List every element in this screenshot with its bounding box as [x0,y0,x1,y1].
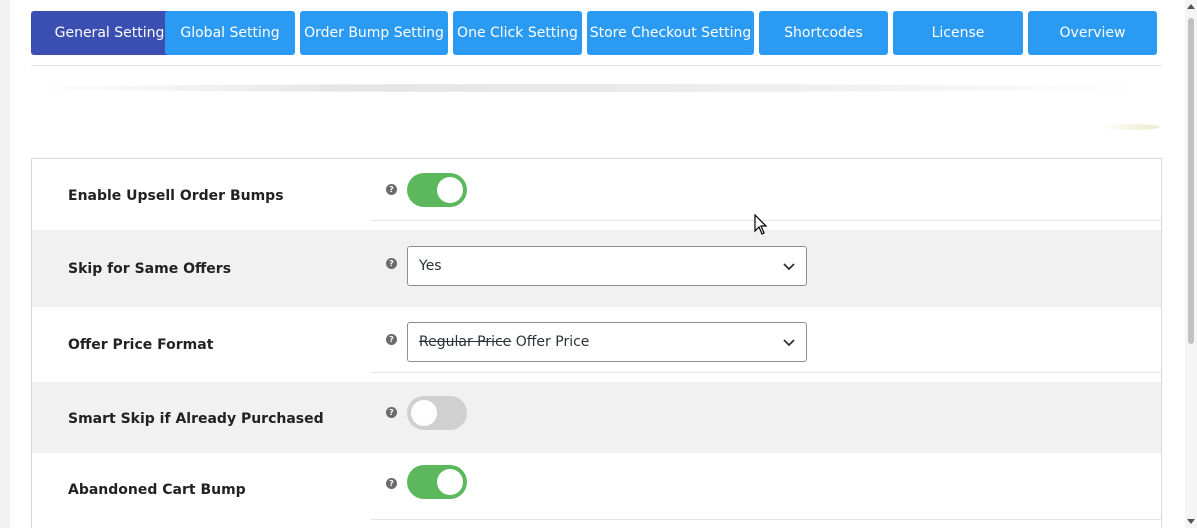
question-circle-icon[interactable]: ? [386,334,397,345]
scrollbar-thumb[interactable] [1188,18,1194,344]
select-value: Regular Price Offer Price [419,334,589,350]
scroll-up-arrow-icon[interactable] [1187,4,1195,9]
toggle-knob [411,400,437,426]
regular-price-text: Regular Price [419,334,512,350]
chevron-down-icon [783,263,795,271]
question-circle-icon[interactable]: ? [386,184,397,195]
setting-row-enable-upsell: Enable Upsell Order Bumps ? [32,159,1161,230]
setting-row-abandoned-cart: Abandoned Cart Bump ? [32,453,1161,528]
tab-global-setting[interactable]: Global Setting [165,11,295,55]
question-circle-icon[interactable]: ? [386,258,397,269]
mouse-pointer-icon [754,214,768,235]
scroll-down-arrow-icon[interactable] [1187,519,1195,524]
offer-price-text: Offer Price [515,334,590,350]
toggle-knob [437,469,463,495]
tabs-divider [31,65,1162,66]
setting-label: Offer Price Format [68,337,214,353]
setting-control-cell: ? [371,453,1161,520]
question-circle-icon[interactable]: ? [386,478,397,489]
setting-row-offer-price-format: Offer Price Format ? Regular Price Offer… [32,307,1161,382]
tab-one-click-setting[interactable]: One Click Setting [453,11,582,55]
select-value: Yes [419,258,442,274]
smart-skip-toggle[interactable] [407,396,467,430]
tab-shortcodes[interactable]: Shortcodes [759,11,888,55]
general-settings-panel: Enable Upsell Order Bumps ? Skip for Sam… [31,158,1162,528]
setting-row-smart-skip: Smart Skip if Already Purchased ? [32,382,1161,453]
setting-row-skip-same-offers: Skip for Same Offers ? Yes [32,230,1161,307]
toggle-knob [437,177,463,203]
tab-license[interactable]: License [893,11,1023,55]
tab-store-checkout-setting[interactable]: Store Checkout Setting [587,11,754,55]
offer-price-format-select[interactable]: Regular Price Offer Price [407,322,807,362]
setting-label: Enable Upsell Order Bumps [68,188,284,204]
vertical-scrollbar[interactable] [1185,0,1197,528]
setting-label: Smart Skip if Already Purchased [68,411,324,427]
tab-order-bump-setting[interactable]: Order Bump Setting [300,11,448,55]
setting-control-cell: ? [371,159,1161,221]
question-circle-icon[interactable]: ? [386,407,397,418]
setting-label: Skip for Same Offers [68,261,232,277]
enable-upsell-toggle[interactable] [407,173,467,207]
left-admin-edge [0,0,10,528]
chevron-down-icon [783,339,795,347]
decorative-shadow [22,84,1162,92]
abandoned-cart-toggle[interactable] [407,465,467,499]
tab-overview[interactable]: Overview [1028,11,1157,55]
setting-control-cell: ? Regular Price Offer Price [371,307,1161,373]
decorative-shadow [1100,124,1160,130]
setting-label: Abandoned Cart Bump [68,482,246,498]
skip-same-offers-select[interactable]: Yes [407,246,807,286]
